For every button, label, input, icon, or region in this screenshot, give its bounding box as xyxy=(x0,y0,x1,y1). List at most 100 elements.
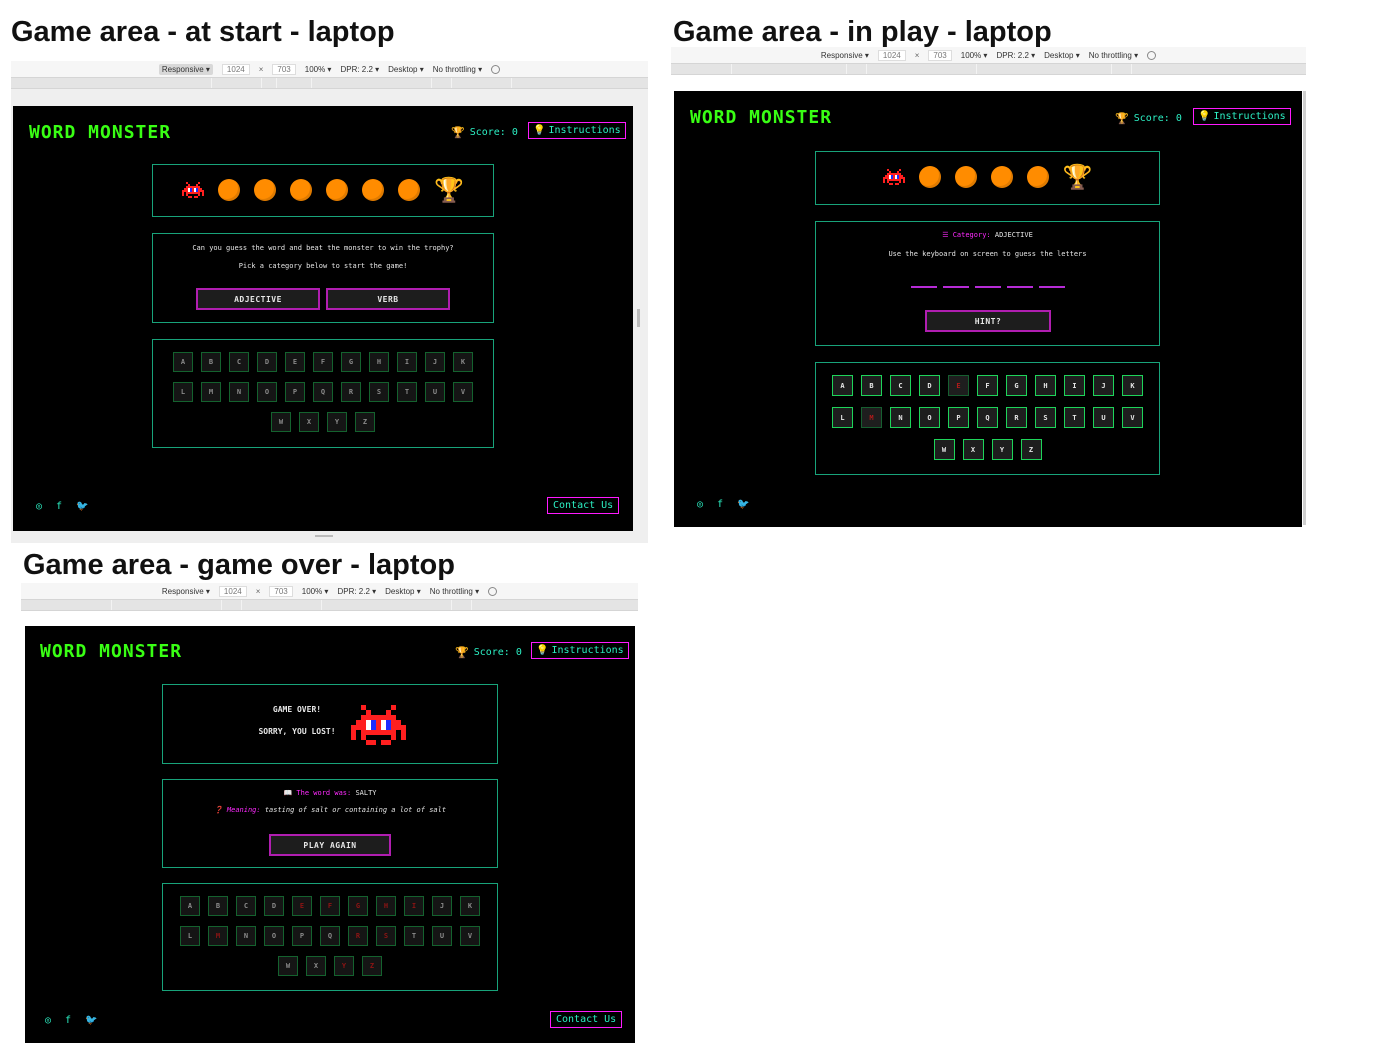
zoom-dropdown[interactable]: 100% ▾ xyxy=(302,587,329,596)
key-z[interactable]: Z xyxy=(1020,439,1042,460)
key-v[interactable]: V xyxy=(1122,407,1143,428)
facebook-icon[interactable]: f xyxy=(56,501,62,512)
width-input[interactable]: 1024 xyxy=(221,63,250,75)
key-a[interactable]: A xyxy=(173,352,193,372)
hint-button[interactable]: HINT? xyxy=(925,310,1051,332)
category-verb-button[interactable]: VERB xyxy=(326,288,450,310)
play-again-button[interactable]: PLAY AGAIN xyxy=(269,834,391,856)
key-p[interactable]: P xyxy=(285,382,305,402)
throttling-dropdown[interactable]: No throttling ▾ xyxy=(433,65,482,74)
key-j[interactable]: J xyxy=(425,352,445,372)
key-s[interactable]: S xyxy=(1035,407,1056,428)
key-p[interactable]: P xyxy=(948,407,969,428)
key-f[interactable]: F xyxy=(320,896,340,916)
facebook-icon[interactable]: f xyxy=(65,1015,71,1026)
key-x[interactable]: X xyxy=(299,412,319,432)
device-dropdown[interactable]: Desktop ▾ xyxy=(388,65,424,74)
instructions-button[interactable]: 💡 Instructions xyxy=(528,122,626,139)
zoom-dropdown[interactable]: 100% ▾ xyxy=(305,65,332,74)
key-a[interactable]: A xyxy=(832,375,853,396)
dpr-dropdown[interactable]: DPR: 2.2 ▾ xyxy=(340,65,379,74)
key-w[interactable]: W xyxy=(278,956,298,976)
key-k[interactable]: K xyxy=(453,352,473,372)
key-d[interactable]: D xyxy=(257,352,277,372)
key-h[interactable]: H xyxy=(376,896,396,916)
key-c[interactable]: C xyxy=(229,352,249,372)
resize-handle[interactable] xyxy=(637,309,640,327)
key-i[interactable]: I xyxy=(397,352,417,372)
instructions-button[interactable]: 💡 Instructions xyxy=(1193,108,1291,125)
key-v[interactable]: V xyxy=(453,382,473,402)
category-adjective-button[interactable]: ADJECTIVE xyxy=(196,288,320,310)
width-input[interactable]: 1024 xyxy=(218,585,247,597)
facebook-icon[interactable]: f xyxy=(717,499,723,510)
key-t[interactable]: T xyxy=(397,382,417,402)
key-l[interactable]: L xyxy=(832,407,853,428)
key-r[interactable]: R xyxy=(341,382,361,402)
key-w[interactable]: W xyxy=(933,439,955,460)
height-input[interactable]: 703 xyxy=(272,63,296,75)
key-u[interactable]: U xyxy=(432,926,452,946)
height-input[interactable]: 703 xyxy=(269,585,293,597)
key-y[interactable]: Y xyxy=(327,412,347,432)
key-l[interactable]: L xyxy=(180,926,200,946)
key-s[interactable]: S xyxy=(369,382,389,402)
key-q[interactable]: Q xyxy=(313,382,333,402)
key-c[interactable]: C xyxy=(890,375,911,396)
device-dropdown[interactable]: Desktop ▾ xyxy=(385,587,421,596)
key-j[interactable]: J xyxy=(1093,375,1114,396)
contact-us-button[interactable]: Contact Us xyxy=(547,497,620,514)
key-k[interactable]: K xyxy=(1122,375,1143,396)
key-e[interactable]: E xyxy=(948,375,969,396)
key-y[interactable]: Y xyxy=(334,956,354,976)
key-a[interactable]: A xyxy=(180,896,200,916)
key-o[interactable]: O xyxy=(257,382,277,402)
key-l[interactable]: L xyxy=(173,382,193,402)
key-v[interactable]: V xyxy=(460,926,480,946)
responsive-dropdown[interactable]: Responsive ▾ xyxy=(162,587,210,596)
instructions-button[interactable]: 💡 Instructions xyxy=(531,642,629,659)
height-input[interactable]: 703 xyxy=(928,49,952,61)
key-d[interactable]: D xyxy=(919,375,940,396)
width-input[interactable]: 1024 xyxy=(877,49,906,61)
key-b[interactable]: B xyxy=(208,896,228,916)
key-t[interactable]: T xyxy=(1064,407,1085,428)
key-g[interactable]: G xyxy=(348,896,368,916)
dpr-dropdown[interactable]: DPR: 2.2 ▾ xyxy=(996,51,1035,60)
key-t[interactable]: T xyxy=(404,926,424,946)
key-g[interactable]: G xyxy=(341,352,361,372)
key-o[interactable]: O xyxy=(919,407,940,428)
key-f[interactable]: F xyxy=(313,352,333,372)
key-x[interactable]: X xyxy=(306,956,326,976)
twitter-icon[interactable]: 🐦 xyxy=(85,1015,97,1026)
throttling-dropdown[interactable]: No throttling ▾ xyxy=(1089,51,1138,60)
rotate-icon[interactable] xyxy=(488,586,498,596)
key-g[interactable]: G xyxy=(1006,375,1027,396)
zoom-dropdown[interactable]: 100% ▾ xyxy=(961,51,988,60)
key-r[interactable]: R xyxy=(1006,407,1027,428)
rotate-icon[interactable] xyxy=(1147,50,1157,60)
key-j[interactable]: J xyxy=(432,896,452,916)
key-r[interactable]: R xyxy=(348,926,368,946)
key-s[interactable]: S xyxy=(376,926,396,946)
resize-handle-bottom[interactable] xyxy=(315,535,333,537)
twitter-icon[interactable]: 🐦 xyxy=(76,501,88,512)
key-m[interactable]: M xyxy=(861,407,882,428)
key-e[interactable]: E xyxy=(285,352,305,372)
key-h[interactable]: H xyxy=(1035,375,1056,396)
throttling-dropdown[interactable]: No throttling ▾ xyxy=(430,587,479,596)
key-o[interactable]: O xyxy=(264,926,284,946)
key-e[interactable]: E xyxy=(292,896,312,916)
key-d[interactable]: D xyxy=(264,896,284,916)
key-u[interactable]: U xyxy=(425,382,445,402)
key-w[interactable]: W xyxy=(271,412,291,432)
key-q[interactable]: Q xyxy=(977,407,998,428)
dpr-dropdown[interactable]: DPR: 2.2 ▾ xyxy=(337,587,376,596)
instagram-icon[interactable]: ◎ xyxy=(45,1015,51,1026)
key-b[interactable]: B xyxy=(861,375,882,396)
responsive-dropdown[interactable]: Responsive ▾ xyxy=(158,63,213,75)
key-k[interactable]: K xyxy=(460,896,480,916)
key-z[interactable]: Z xyxy=(362,956,382,976)
instagram-icon[interactable]: ◎ xyxy=(697,499,703,510)
key-h[interactable]: H xyxy=(369,352,389,372)
